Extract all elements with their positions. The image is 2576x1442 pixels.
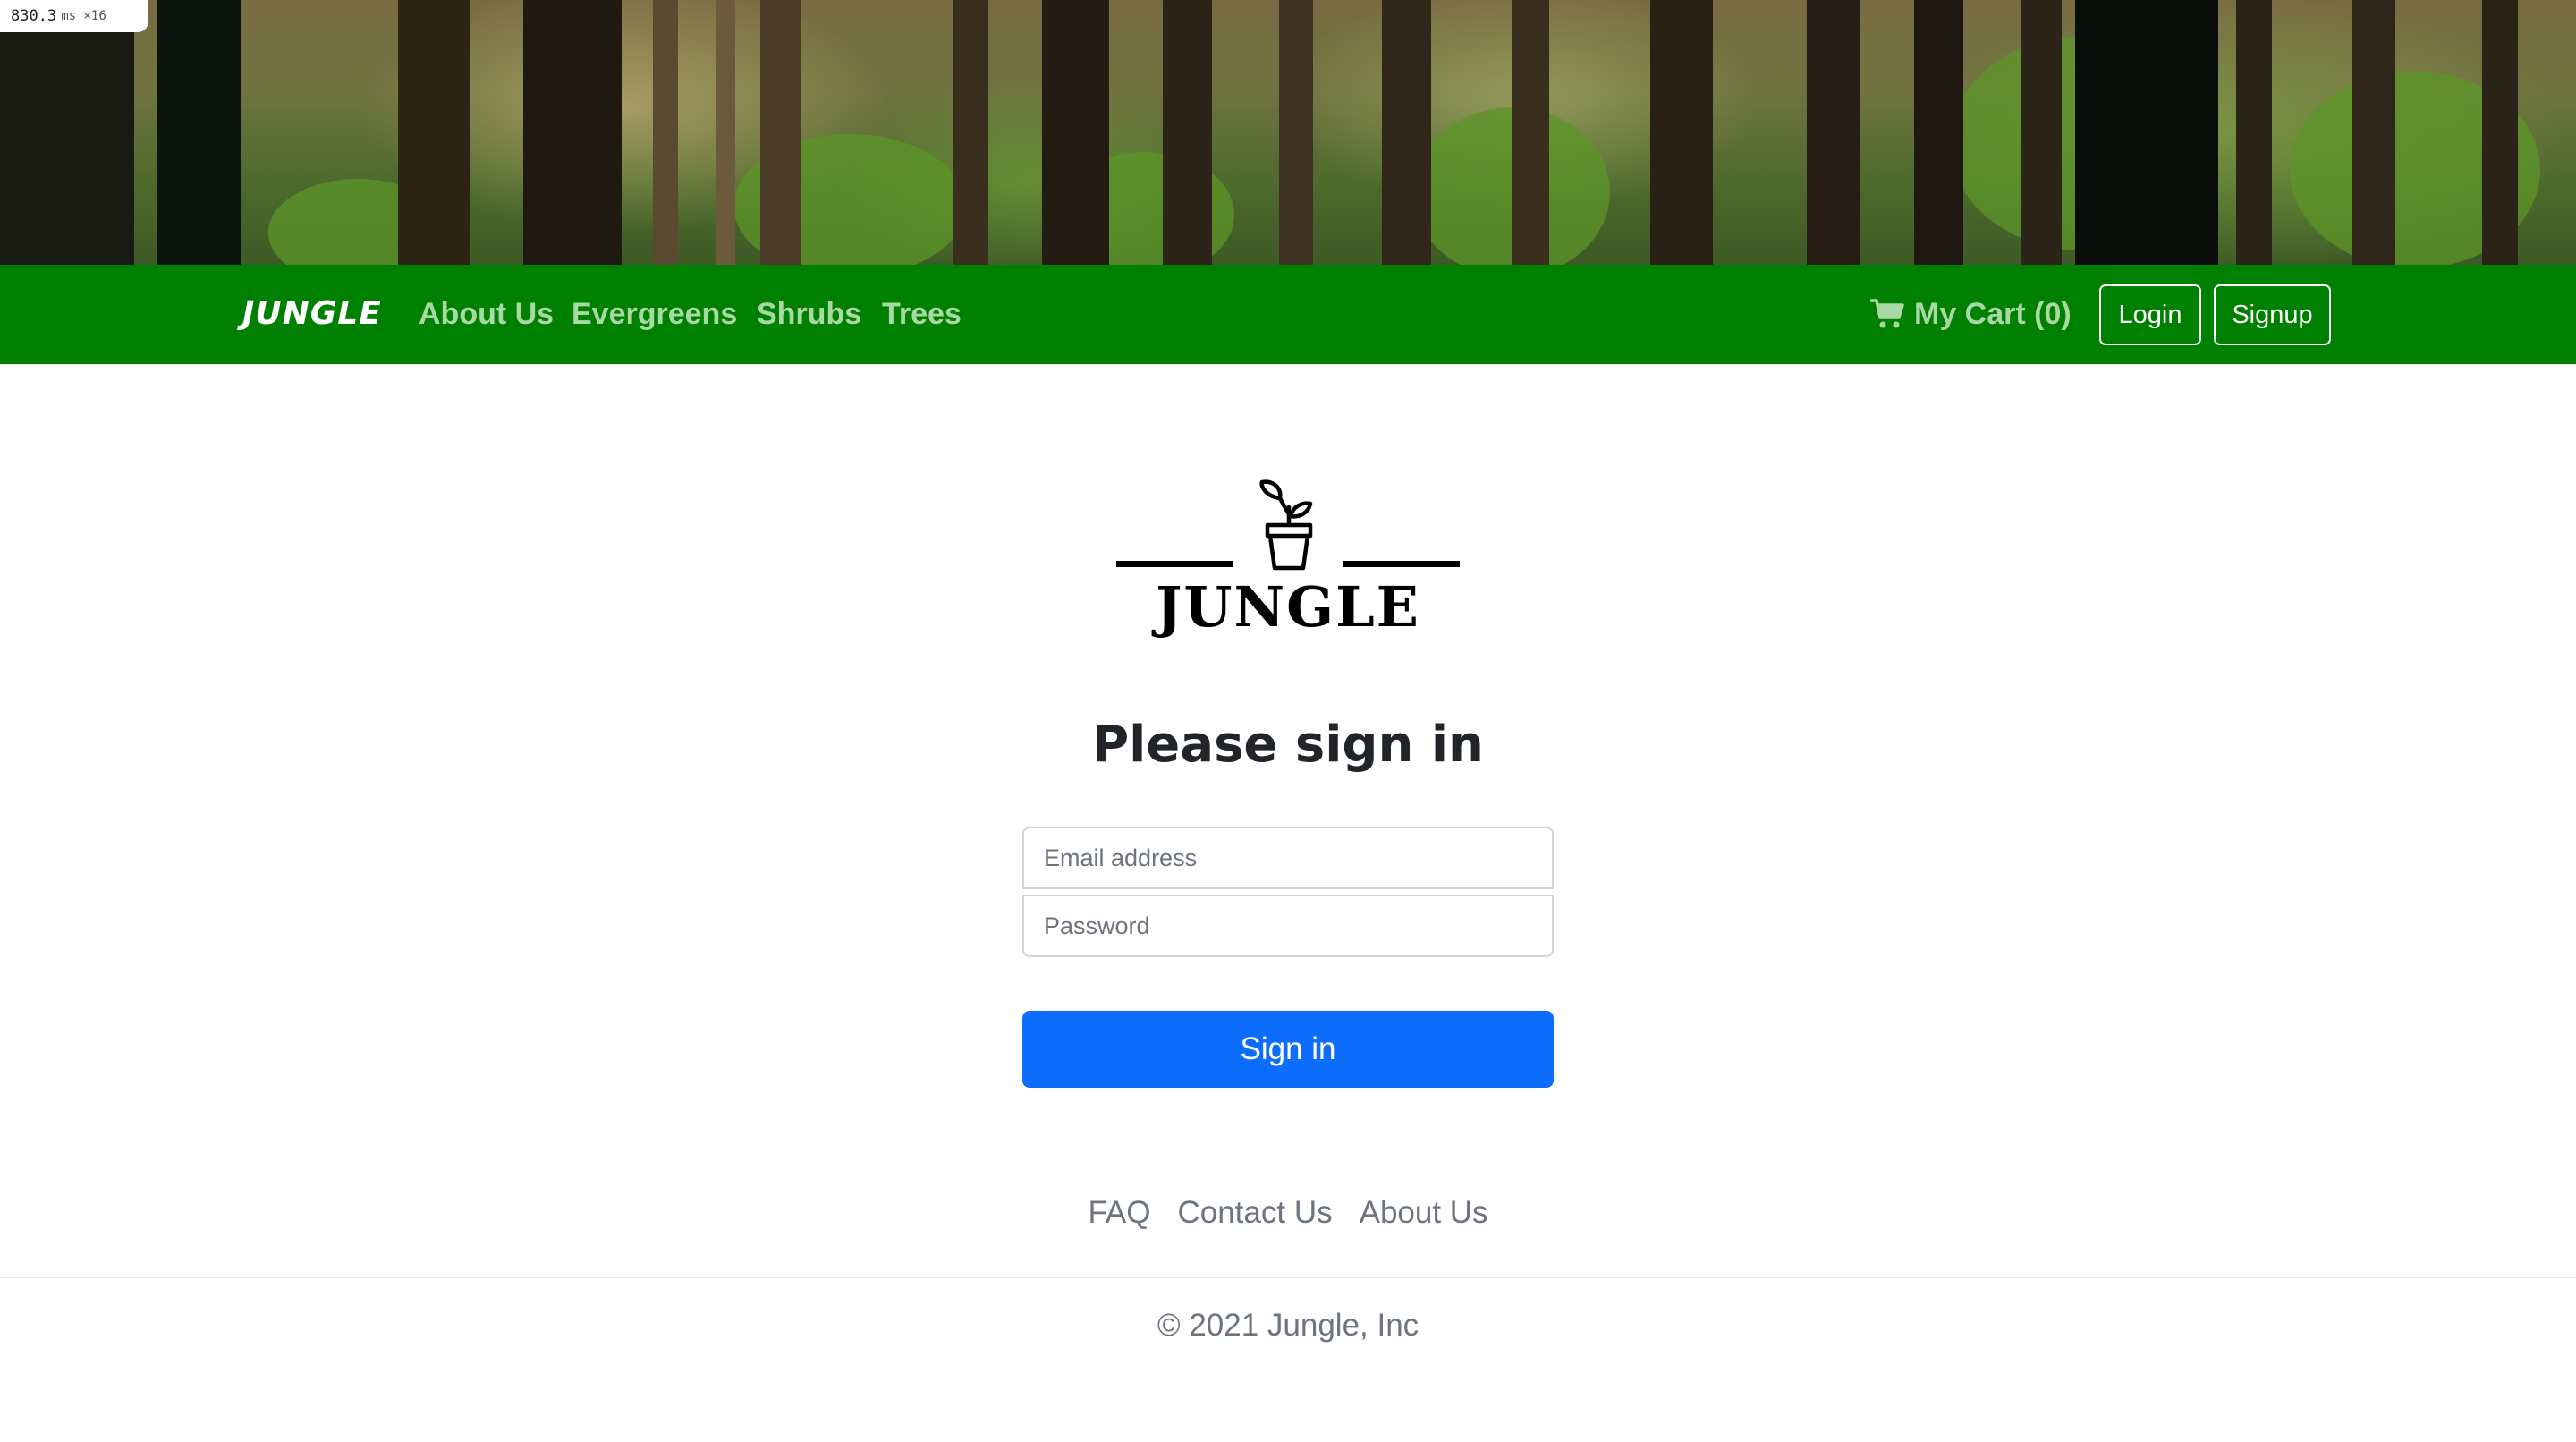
perf-timing-value: 830.3 bbox=[11, 7, 57, 25]
footer-link-faq[interactable]: FAQ bbox=[1088, 1195, 1150, 1231]
tree-trunk bbox=[1382, 0, 1431, 265]
tree-trunk bbox=[2352, 0, 2395, 265]
sign-in-button[interactable]: Sign in bbox=[1022, 1011, 1554, 1088]
nav-link-shrubs[interactable]: Shrubs bbox=[757, 292, 861, 336]
tree-trunk bbox=[157, 0, 242, 265]
tree-trunk bbox=[2236, 0, 2272, 265]
copyright-text: © 2021 Jungle, Inc bbox=[1157, 1308, 1419, 1343]
shopping-cart-icon bbox=[1870, 299, 1904, 328]
logo-wordmark: JUNGLE bbox=[1151, 574, 1420, 640]
tree-trunk bbox=[2075, 0, 2218, 265]
tree-trunk bbox=[0, 0, 134, 265]
tree-trunk bbox=[1807, 0, 1860, 265]
tree-trunk bbox=[1042, 0, 1109, 265]
signup-button[interactable]: Signup bbox=[2214, 284, 2331, 345]
logo-left-rule bbox=[1116, 561, 1233, 567]
nav-link-about-us[interactable]: About Us bbox=[419, 292, 554, 336]
footer-nav: FAQ Contact Us About Us bbox=[0, 1190, 2576, 1236]
footer-divider bbox=[0, 1277, 2576, 1278]
jungle-logo: JUNGLE bbox=[1116, 479, 1460, 640]
tree-trunk bbox=[653, 0, 678, 265]
perf-timing-unit: ms ×16 bbox=[61, 9, 106, 23]
tree-trunk bbox=[716, 0, 735, 265]
nav-link-evergreens[interactable]: Evergreens bbox=[572, 292, 737, 336]
my-cart-link[interactable]: My Cart (0) bbox=[1869, 292, 2072, 336]
potted-plant-icon bbox=[1259, 479, 1313, 571]
tree-trunk bbox=[760, 0, 801, 265]
tree-trunk bbox=[523, 0, 622, 265]
email-input[interactable] bbox=[1022, 827, 1554, 889]
login-button[interactable]: Login bbox=[2099, 284, 2201, 345]
tree-trunk bbox=[1163, 0, 1212, 265]
tree-trunk bbox=[1914, 0, 1963, 265]
tree-trunk bbox=[953, 0, 988, 265]
perf-timing-badge: 830.3 ms ×16 bbox=[0, 0, 148, 32]
logo-right-rule bbox=[1343, 561, 1460, 567]
tree-trunk bbox=[2021, 0, 2062, 265]
my-cart-label: My Cart (0) bbox=[1914, 297, 2072, 331]
footer-link-about-us[interactable]: About Us bbox=[1360, 1195, 1488, 1231]
tree-trunk bbox=[1279, 0, 1313, 265]
nav-link-trees[interactable]: Trees bbox=[882, 292, 962, 336]
navbar-brand[interactable]: JUNGLE bbox=[242, 292, 382, 336]
tree-trunk bbox=[1512, 0, 1549, 265]
tree-trunk bbox=[398, 0, 470, 265]
page-title: Please sign in bbox=[1092, 716, 1484, 774]
footer-link-contact-us[interactable]: Contact Us bbox=[1177, 1195, 1332, 1231]
tree-trunk bbox=[2482, 0, 2518, 265]
tree-trunk bbox=[1650, 0, 1713, 265]
password-input[interactable] bbox=[1022, 895, 1554, 957]
forest-banner-image bbox=[0, 0, 2576, 265]
